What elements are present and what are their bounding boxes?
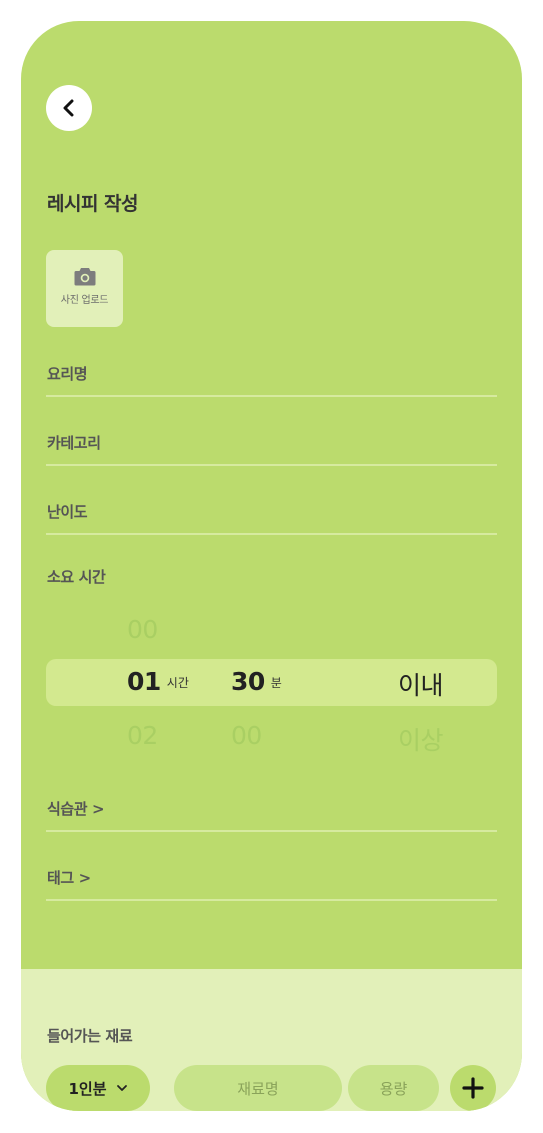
ingredient-name-input[interactable]: 재료명	[174, 1065, 342, 1111]
habits-link[interactable]: 식습관 >	[46, 790, 497, 832]
tags-label: 태그 >	[47, 869, 91, 887]
time-section-label: 소요 시간	[47, 568, 106, 586]
dish-name-label: 요리명	[47, 365, 88, 383]
hour-option-next[interactable]: 02	[127, 721, 158, 750]
ingredients-panel: 들어가는 재료 1인분 재료명 용량	[21, 969, 522, 1111]
upload-label: 사진 업로드	[60, 295, 109, 306]
ingredient-name-placeholder: 재료명	[237, 1079, 279, 1098]
dish-name-field[interactable]: 요리명	[46, 355, 497, 397]
ingredient-amount-placeholder: 용량	[379, 1079, 408, 1098]
hour-option-prev[interactable]: 00	[127, 615, 158, 644]
habits-label: 식습관 >	[47, 800, 105, 818]
hours-unit: 시간	[166, 676, 189, 690]
page-title: 레시피 작성	[47, 193, 139, 215]
add-ingredient-button[interactable]	[450, 1065, 496, 1111]
plus-icon	[462, 1077, 484, 1099]
tags-link[interactable]: 태그 >	[46, 859, 497, 901]
minutes-unit: 분	[270, 676, 282, 690]
hour-option-selected[interactable]: 01 시간	[127, 667, 189, 696]
category-field[interactable]: 카테고리	[46, 424, 497, 466]
camera-icon	[74, 268, 95, 286]
minute-option-next[interactable]: 00	[231, 721, 262, 750]
qualifier-option-selected[interactable]: 이내	[398, 666, 444, 702]
difficulty-label: 난이도	[47, 503, 88, 521]
back-button[interactable]	[46, 85, 92, 131]
photo-upload-button[interactable]: 사진 업로드	[46, 250, 123, 327]
difficulty-field[interactable]: 난이도	[46, 493, 497, 535]
minute-option-selected[interactable]: 30 분	[231, 667, 282, 696]
ingredients-label: 들어가는 재료	[47, 1027, 133, 1045]
chevron-down-icon	[116, 1085, 127, 1091]
ingredient-amount-input[interactable]: 용량	[348, 1065, 439, 1111]
chevron-left-icon	[63, 99, 74, 117]
qualifier-option-next[interactable]: 이상	[398, 721, 444, 757]
screen: 레시피 작성 사진 업로드 요리명 카테고리 난이도 소요 시간 00 01 시간…	[21, 21, 522, 1111]
serving-select[interactable]: 1인분	[46, 1065, 150, 1111]
category-label: 카테고리	[47, 434, 101, 452]
serving-value: 1인분	[68, 1079, 107, 1098]
